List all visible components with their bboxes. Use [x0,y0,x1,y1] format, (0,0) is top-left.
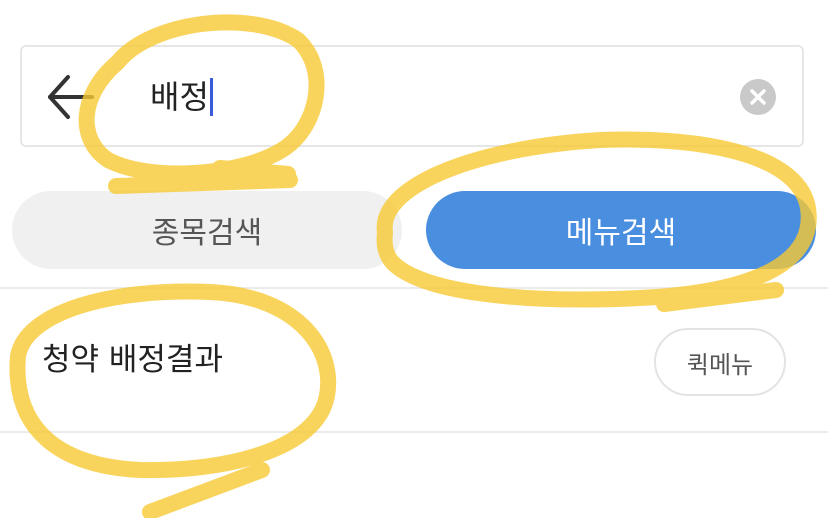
arrow-left-icon [48,75,94,119]
back-button[interactable] [46,71,94,123]
search-input[interactable]: 배정 [150,71,710,123]
result-title: 청약 배정결과 [42,342,223,378]
clear-circle-icon [750,89,766,105]
divider [0,431,828,433]
menu-search-tab[interactable]: 메뉴검색 [426,191,816,269]
quick-menu-button[interactable]: 퀵메뉴 [654,328,786,396]
stock-search-tab[interactable]: 종목검색 [12,191,402,269]
highlight-circle [9,283,337,518]
clear-button[interactable] [740,79,776,115]
search-bar: 배정 [20,45,804,147]
divider [0,287,828,289]
text-cursor [209,78,213,116]
search-query-text: 배정 [150,78,209,116]
